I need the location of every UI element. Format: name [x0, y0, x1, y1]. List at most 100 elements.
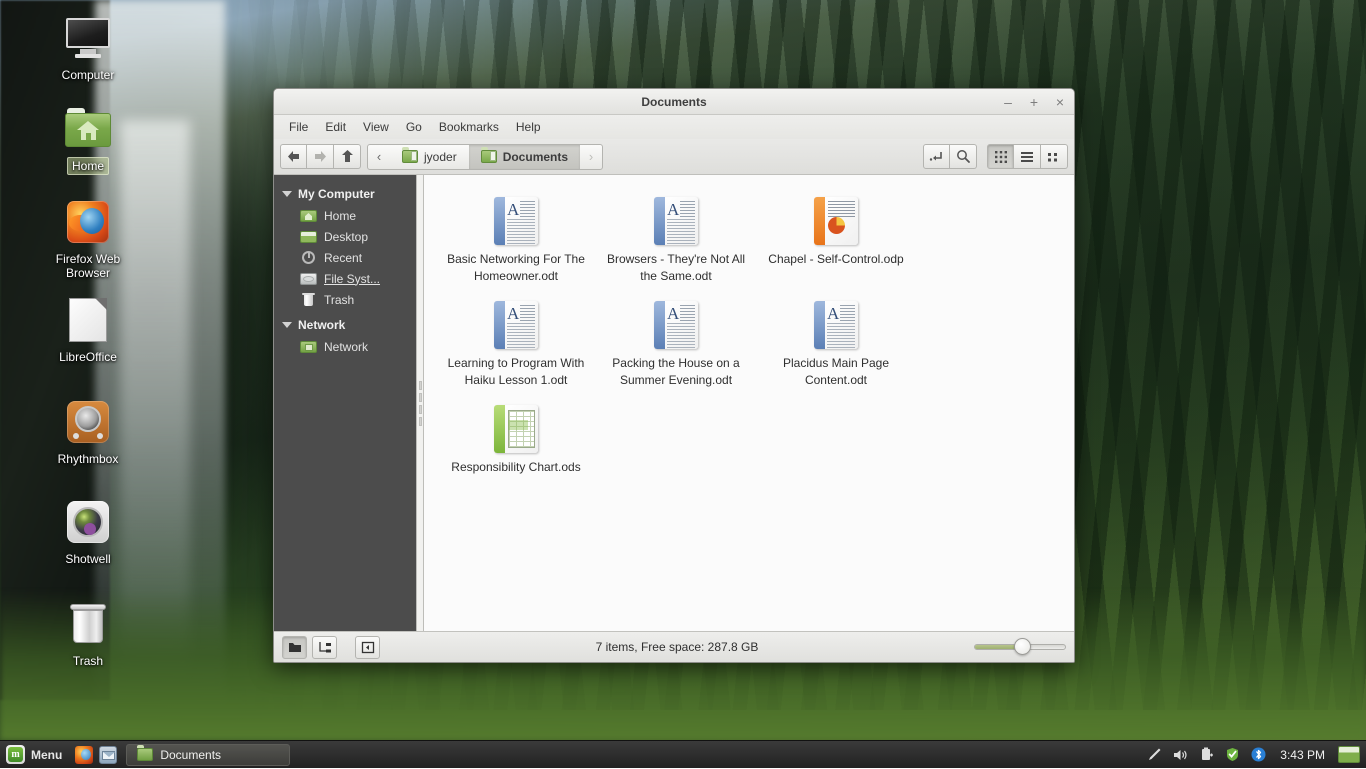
clock[interactable]: 3:43 PM — [1276, 748, 1329, 762]
file-item[interactable]: A Learning to Program With Haiku Lesson … — [436, 293, 596, 397]
start-menu-button[interactable]: m Menu — [0, 741, 72, 769]
folder-icon — [402, 150, 418, 163]
thunderbird-launcher[interactable] — [96, 741, 120, 769]
home-icon — [300, 208, 317, 223]
firefox-icon — [75, 746, 93, 764]
file-manager-window[interactable]: Documents – + × File Edit View Go Bookma… — [273, 88, 1075, 663]
thunderbird-icon — [99, 746, 117, 764]
breadcrumb-label: Documents — [503, 150, 568, 164]
sidebar-item-recent[interactable]: Recent — [274, 247, 416, 268]
desktop-icon-label: Computer — [58, 67, 119, 83]
libreoffice-icon — [33, 296, 143, 344]
slider-knob[interactable] — [1014, 638, 1031, 655]
file-name: Placidus Main Page Content.odt — [762, 355, 910, 389]
compact-view-button[interactable] — [1041, 144, 1068, 169]
linux-mint-logo-icon: m — [6, 745, 25, 764]
window-controls: – + × — [1000, 89, 1068, 115]
battery-icon[interactable] — [1198, 746, 1215, 763]
menu-item-help[interactable]: Help — [509, 117, 548, 137]
taskbar: m Menu Documents — [0, 740, 1366, 768]
pen-input-icon[interactable] — [1146, 746, 1163, 763]
breadcrumb-item-documents[interactable]: Documents — [469, 145, 580, 169]
sidebar-item-label: Home — [324, 209, 356, 223]
file-name: Responsibility Chart.ods — [442, 459, 590, 476]
sidebar: My Computer Home Desktop Recent File Sys… — [274, 175, 416, 631]
chevron-down-icon — [282, 191, 292, 197]
odp-file-icon — [762, 193, 910, 245]
breadcrumb-item-jyoder[interactable]: jyoder — [390, 145, 469, 169]
firefox-icon — [33, 198, 143, 246]
desktop-icon-rhythmbox[interactable]: Rhythmbox — [33, 398, 143, 467]
status-text: 7 items, Free space: 287.8 GB — [385, 640, 969, 654]
desktop-icon-label: Shotwell — [61, 551, 114, 567]
sidebar-group-network[interactable]: Network — [274, 314, 416, 336]
sidebar-group-label: My Computer — [298, 187, 375, 201]
desktop-icon-trash[interactable]: Trash — [33, 600, 143, 669]
forward-button[interactable] — [307, 144, 334, 169]
firefox-launcher[interactable] — [72, 741, 96, 769]
search-button[interactable] — [950, 144, 977, 169]
file-item[interactable]: Responsibility Chart.ods — [436, 397, 596, 484]
window-body: My Computer Home Desktop Recent File Sys… — [274, 175, 1074, 631]
up-button[interactable] — [334, 144, 361, 169]
window-titlebar[interactable]: Documents – + × — [274, 89, 1074, 115]
menu-bar: File Edit View Go Bookmarks Help — [274, 115, 1074, 139]
sidebar-item-label: Desktop — [324, 230, 368, 244]
sidebar-item-network[interactable]: Network — [274, 336, 416, 357]
maximize-button[interactable]: + — [1026, 94, 1042, 110]
status-bar: 7 items, Free space: 287.8 GB — [274, 631, 1074, 662]
desktop-icon-libreoffice[interactable]: LibreOffice — [33, 296, 143, 365]
bluetooth-icon[interactable] — [1250, 746, 1267, 763]
update-shield-icon[interactable] — [1224, 746, 1241, 763]
sidebar-resize-handle[interactable] — [416, 175, 424, 631]
breadcrumb-prev-button[interactable]: ‹ — [368, 145, 390, 169]
back-button[interactable] — [280, 144, 307, 169]
menu-item-edit[interactable]: Edit — [318, 117, 353, 137]
desktop-icon-home[interactable]: Home — [33, 104, 143, 175]
tree-button[interactable] — [312, 636, 337, 659]
zoom-slider[interactable] — [974, 637, 1066, 657]
file-name: Browsers - They're Not All the Same.odt — [602, 251, 750, 285]
start-menu-label: Menu — [31, 748, 62, 762]
list-view-button[interactable] — [1014, 144, 1041, 169]
list-view-icon — [1020, 150, 1034, 164]
file-list-area[interactable]: A Basic Networking For The Homeowner.odt… — [424, 175, 1074, 631]
sidebar-item-desktop[interactable]: Desktop — [274, 226, 416, 247]
sidebar-group-my-computer[interactable]: My Computer — [274, 183, 416, 205]
show-desktop-button[interactable] — [1338, 746, 1360, 763]
taskbar-item-documents[interactable]: Documents — [126, 744, 290, 766]
odt-file-icon: A — [442, 193, 590, 245]
close-button[interactable]: × — [1052, 94, 1068, 110]
file-item[interactable]: A Packing the House on a Summer Evening.… — [596, 293, 756, 397]
path-entry-button[interactable] — [923, 144, 950, 169]
grip-dots-icon — [419, 381, 422, 426]
sidebar-item-file-system[interactable]: File Syst... — [274, 268, 416, 289]
places-button[interactable] — [282, 636, 307, 659]
chevron-down-icon — [282, 322, 292, 328]
menu-item-file[interactable]: File — [282, 117, 315, 137]
menu-item-go[interactable]: Go — [399, 117, 429, 137]
sidebar-item-home[interactable]: Home — [274, 205, 416, 226]
minimize-button[interactable]: – — [1000, 94, 1016, 110]
toggle-sidebar-button[interactable] — [355, 636, 380, 659]
desktop-icon-computer[interactable]: Computer — [33, 14, 143, 83]
home-folder-icon — [33, 104, 143, 152]
desktop-icon — [300, 229, 317, 244]
desktop-icon-label: Firefox Web Browser — [33, 251, 143, 281]
file-item[interactable]: A Basic Networking For The Homeowner.odt — [436, 189, 596, 293]
breadcrumb-next-button[interactable]: › — [580, 145, 602, 169]
icon-view-button[interactable] — [987, 144, 1014, 169]
file-item[interactable]: A Browsers - They're Not All the Same.od… — [596, 189, 756, 293]
menu-item-view[interactable]: View — [356, 117, 396, 137]
sidebar-item-trash[interactable]: Trash — [274, 289, 416, 310]
menu-item-bookmarks[interactable]: Bookmarks — [432, 117, 506, 137]
ods-file-icon — [442, 401, 590, 453]
desktop-icon-shotwell[interactable]: Shotwell — [33, 498, 143, 567]
file-item[interactable]: A Placidus Main Page Content.odt — [756, 293, 916, 397]
file-item[interactable]: Chapel - Self-Control.odp — [756, 189, 916, 293]
desktop-icon-firefox[interactable]: Firefox Web Browser — [33, 198, 143, 281]
slider-fill — [975, 645, 1019, 649]
up-arrow-icon — [341, 149, 354, 164]
volume-icon[interactable] — [1172, 746, 1189, 763]
taskbar-item-label: Documents — [160, 748, 221, 762]
